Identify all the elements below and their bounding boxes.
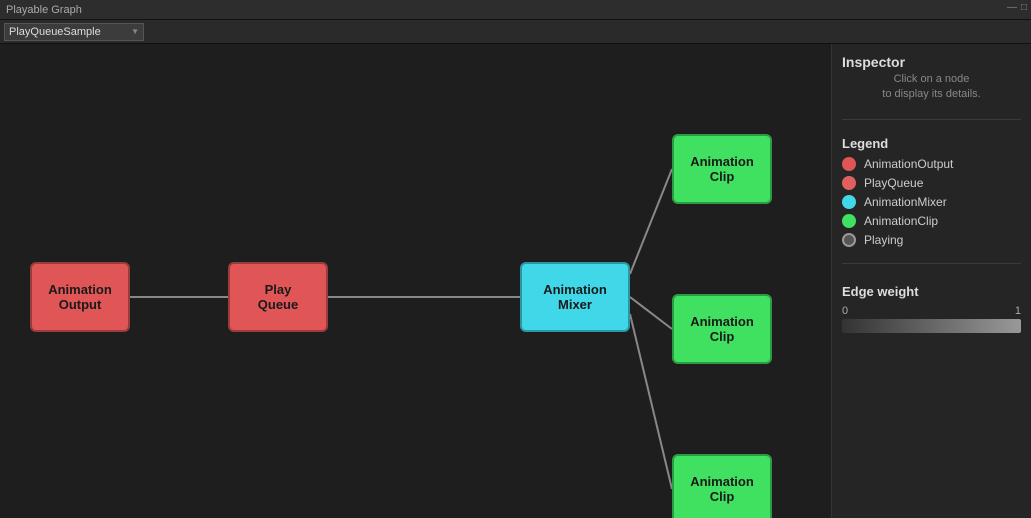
divider-2	[842, 263, 1021, 264]
inspector-section: Inspector Click on a node to display its…	[842, 54, 1021, 103]
edge-weight-section: Edge weight 0 1	[842, 284, 1021, 333]
edge-weight-labels: 0 1	[842, 305, 1021, 317]
node-animation-mixer-line1: Animation	[543, 282, 607, 297]
graph-selector-dropdown[interactable]: PlayQueueSample	[4, 23, 144, 41]
node-clip-bottom[interactable]: Animation Clip	[672, 454, 772, 518]
legend-label-play-queue: PlayQueue	[864, 176, 923, 190]
maximize-icon[interactable]: □	[1021, 2, 1027, 13]
node-clip-top-line1: Animation	[690, 154, 754, 169]
inspector-panel: Inspector Click on a node to display its…	[831, 44, 1031, 518]
edge-weight-bar	[842, 319, 1021, 333]
legend-dot-play-queue	[842, 176, 856, 190]
node-clip-middle[interactable]: Animation Clip	[672, 294, 772, 364]
node-play-queue-line2: Queue	[258, 297, 298, 312]
legend-item-animation-output: AnimationOutput	[842, 157, 1021, 171]
legend-label-animation-mixer: AnimationMixer	[864, 195, 947, 209]
main-area: Animation Output Play Queue Animation Mi…	[0, 44, 1031, 518]
legend-label-animation-output: AnimationOutput	[864, 157, 953, 171]
node-clip-middle-line1: Animation	[690, 314, 754, 329]
edge-weight-title: Edge weight	[842, 284, 1021, 299]
divider-1	[842, 119, 1021, 120]
node-clip-middle-line2: Clip	[690, 329, 754, 344]
toolbar: PlayQueueSample	[0, 20, 1031, 44]
node-animation-mixer-line2: Mixer	[543, 297, 607, 312]
node-animation-output-line2: Output	[48, 297, 112, 312]
legend-dot-animation-mixer	[842, 195, 856, 209]
legend-items: AnimationOutput PlayQueue AnimationMixer…	[842, 157, 1021, 247]
legend-item-animation-mixer: AnimationMixer	[842, 195, 1021, 209]
legend-label-playing: Playing	[864, 233, 903, 247]
node-clip-bottom-line2: Clip	[690, 489, 754, 504]
legend-dot-animation-output	[842, 157, 856, 171]
node-play-queue-line1: Play	[258, 282, 298, 297]
graph-canvas[interactable]: Animation Output Play Queue Animation Mi…	[0, 44, 831, 518]
inspector-hint-line2: to display its details.	[842, 87, 1021, 102]
inspector-title: Inspector	[842, 54, 1021, 70]
node-animation-output-line1: Animation	[48, 282, 112, 297]
edge-weight-min: 0	[842, 305, 848, 317]
legend-section: Legend AnimationOutput PlayQueue Animati…	[842, 136, 1021, 247]
legend-item-play-queue: PlayQueue	[842, 176, 1021, 190]
legend-item-playing: Playing	[842, 233, 1021, 247]
minimize-icon[interactable]: —	[1007, 2, 1017, 13]
legend-title: Legend	[842, 136, 1021, 151]
node-animation-output[interactable]: Animation Output	[30, 262, 130, 332]
node-animation-mixer[interactable]: Animation Mixer	[520, 262, 630, 332]
node-play-queue[interactable]: Play Queue	[228, 262, 328, 332]
title-bar: Playable Graph — □	[0, 0, 1031, 20]
title-bar-text: Playable Graph	[6, 4, 82, 16]
dropdown-value: PlayQueueSample	[9, 26, 101, 38]
legend-dot-animation-clip	[842, 214, 856, 228]
legend-label-animation-clip: AnimationClip	[864, 214, 938, 228]
node-clip-top[interactable]: Animation Clip	[672, 134, 772, 204]
title-bar-controls: — □	[1007, 2, 1027, 13]
node-clip-top-line2: Clip	[690, 169, 754, 184]
edge-weight-max: 1	[1015, 305, 1021, 317]
legend-dot-playing	[842, 233, 856, 247]
legend-item-animation-clip: AnimationClip	[842, 214, 1021, 228]
inspector-hint: Click on a node to display its details.	[842, 72, 1021, 103]
inspector-hint-line1: Click on a node	[842, 72, 1021, 87]
node-clip-bottom-line1: Animation	[690, 474, 754, 489]
